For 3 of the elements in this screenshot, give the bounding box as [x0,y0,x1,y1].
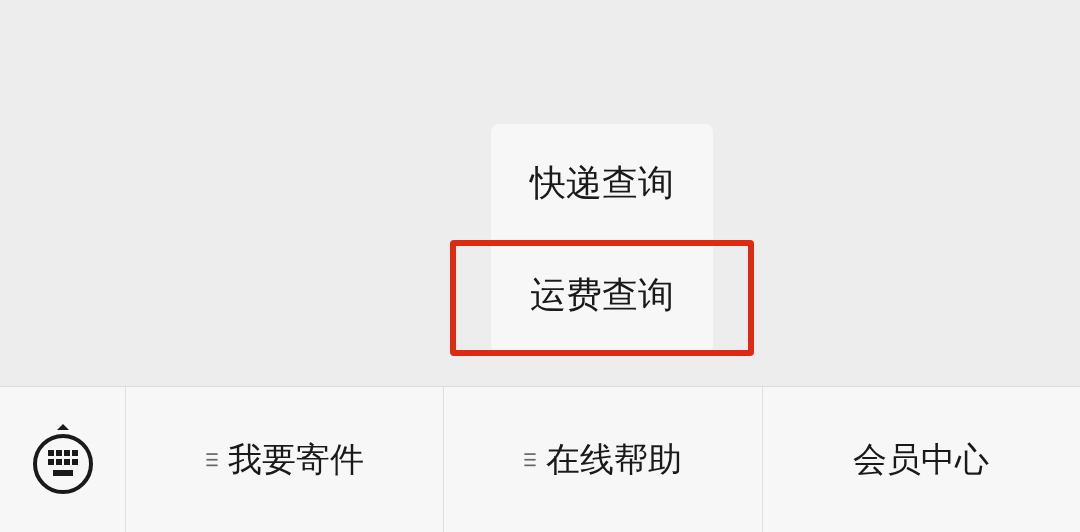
menu-item[interactable]: 快递查询 [491,127,713,239]
keyboard-icon[interactable] [30,423,95,496]
menu-item[interactable]: 运费查询 [491,239,713,351]
